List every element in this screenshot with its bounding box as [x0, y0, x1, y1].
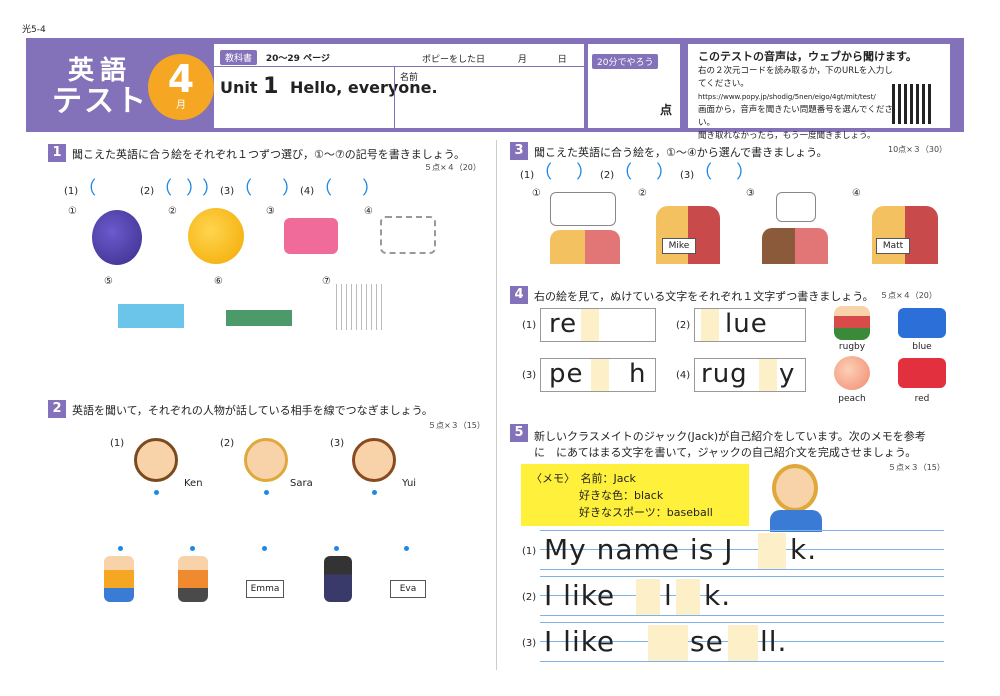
popy-day-label: ポピーをした日: [422, 55, 486, 65]
score-box: 20分でやろう 点: [588, 44, 680, 128]
volleyball-picture: [336, 284, 386, 330]
orange-picture: [188, 208, 244, 264]
ken-dot[interactable]: [154, 490, 159, 495]
q4-points: ５点×４（20）: [880, 291, 937, 300]
eva-sign: Eva: [390, 580, 426, 598]
scene-3: [762, 228, 828, 264]
q4-line-2[interactable]: lue: [694, 308, 806, 342]
textbook-tag: 教科書: [220, 50, 258, 65]
month-badge: 4 月: [148, 54, 214, 120]
emma-sign: Emma: [246, 580, 284, 598]
peach-picture: [834, 356, 870, 390]
matt-sign: Matt: [876, 238, 910, 254]
person2-dot[interactable]: [190, 546, 195, 551]
qr-code[interactable]: [892, 84, 932, 124]
q2-text: 英語を聞いて，それぞれの人物が話している相手を線でつなぎましょう。: [72, 404, 433, 417]
rugby-caption: rugby: [838, 342, 866, 352]
q5-line-3[interactable]: I like se ll.: [540, 622, 944, 662]
q4-line-4[interactable]: rug y: [694, 358, 806, 392]
q5-number: 5: [510, 424, 528, 442]
q4-line-3[interactable]: pe h: [540, 358, 656, 392]
red-caption: red: [914, 394, 930, 404]
q4-text: 右の絵を見て，ぬけている文字をそれぞれ１文字ずつ書きましょう。: [534, 290, 874, 303]
page-code: 光5-4: [22, 25, 46, 35]
person1-dot[interactable]: [118, 546, 123, 551]
sara-face: [244, 438, 288, 482]
name-label: 名前: [400, 73, 419, 83]
q5-line-2[interactable]: I like l k.: [540, 576, 944, 616]
peach-caption: peach: [838, 394, 866, 404]
q2-points: ５点×３（15）: [428, 421, 485, 430]
q1-number: 1: [48, 144, 66, 162]
title-block: 英語 テスト: [40, 50, 160, 117]
person4-dot[interactable]: [334, 546, 339, 551]
info-box: 教科書 20〜29 ページ ポピーをした日 月 日 Unit 1 Hello, …: [214, 44, 584, 128]
person3-dot[interactable]: [262, 546, 267, 551]
q1-points: ５点×４（20）: [424, 163, 481, 172]
q2-number: 2: [48, 400, 66, 418]
score-unit: 点: [659, 103, 672, 117]
memo-card: 〈メモ〉 名前：Jack 好きな色：black 好きなスポーツ：baseball: [521, 464, 749, 526]
grapes-picture: [92, 210, 142, 265]
thought-bubble-1: [550, 192, 616, 226]
tennis-player: [104, 556, 134, 602]
q5-text-2: に にあてはまる文字を書いて，ジャックの自己紹介文を完成させましょう。: [534, 446, 917, 459]
sara-dot[interactable]: [264, 490, 269, 495]
q4-line-1[interactable]: re: [540, 308, 656, 342]
person5-dot[interactable]: [404, 546, 409, 551]
q5-points: ５点×３（15）: [888, 463, 945, 472]
q4-number: 4: [510, 286, 528, 304]
eigo-label: 英語: [67, 56, 132, 86]
test-label: テスト: [52, 84, 148, 119]
q3-points: 10点×３（30）: [888, 145, 948, 154]
jack-face: [772, 464, 818, 512]
sara-name: Sara: [290, 478, 313, 489]
pages-label: 20〜29 ページ: [265, 54, 330, 64]
q5-line-1[interactable]: My name is J k.: [540, 530, 944, 570]
red-crayon-picture: [898, 358, 946, 388]
q5-text-1: 新しいクラスメイトのジャック(Jack)が自己紹介をしています。次のメモを参考: [534, 430, 926, 443]
kendo-player: [324, 556, 352, 602]
ken-face: [134, 438, 178, 482]
q1-text: 聞こえた英語に合う絵をそれぞれ１つずつ選び，①〜⑦の記号を書きましょう。: [72, 148, 466, 161]
mike-sign: Mike: [662, 238, 696, 254]
yui-dot[interactable]: [372, 490, 377, 495]
table-tennis-picture: [226, 290, 292, 326]
yui-name: Yui: [402, 478, 417, 489]
jack-body: [770, 510, 822, 532]
time-tag: 20分でやろう: [592, 54, 659, 69]
pink-crayon-picture: [284, 218, 338, 254]
scene-1: [550, 230, 620, 264]
white-crayon-picture: [380, 216, 436, 254]
surfing-picture: [118, 284, 184, 328]
rugby-picture: [834, 306, 870, 340]
scene-2: [656, 206, 720, 264]
thought-bubble-3: [776, 192, 816, 222]
scene-4: [872, 206, 938, 264]
blue-crayon-picture: [898, 308, 946, 338]
month-unit: 月: [176, 100, 186, 111]
ken-name: Ken: [184, 478, 203, 489]
yui-face: [352, 438, 396, 482]
blue-caption: blue: [912, 342, 932, 352]
basketball-player: [178, 556, 208, 602]
